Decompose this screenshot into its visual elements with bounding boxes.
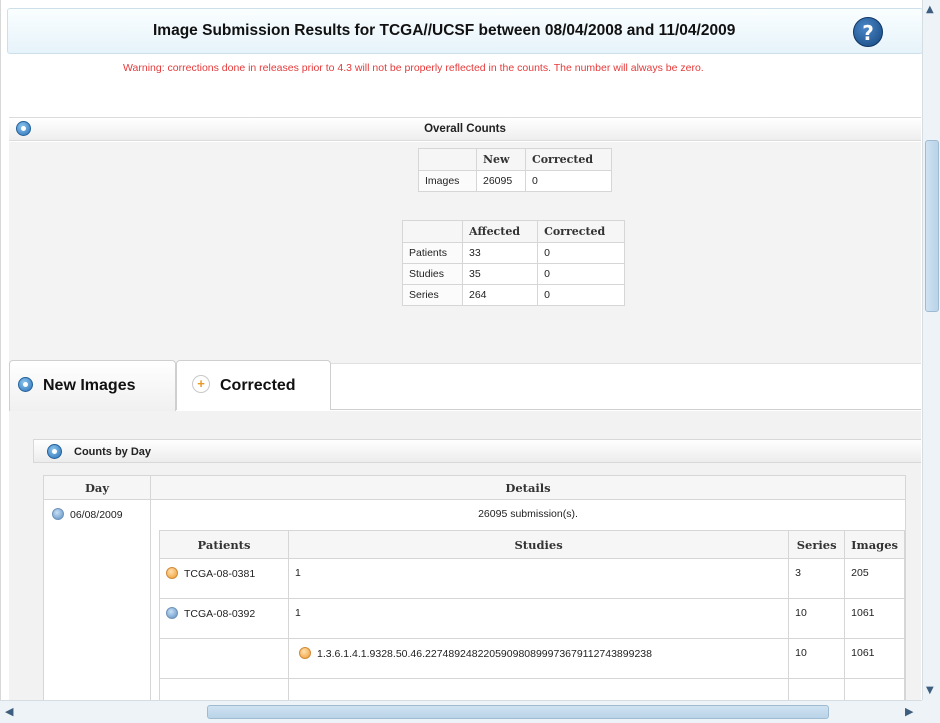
table-row: Patients 33 0 bbox=[402, 242, 625, 264]
patient-detail-table: Patients Studies Series Images TCGA-08-0… bbox=[159, 530, 905, 700]
table-row bbox=[159, 678, 905, 700]
images-cell: 1061 bbox=[844, 638, 905, 679]
series-column-header: Series bbox=[788, 530, 846, 559]
details-column-header: Details bbox=[150, 475, 906, 500]
patients-column-header: Patients bbox=[159, 530, 289, 559]
collapse-circle-icon[interactable] bbox=[166, 607, 178, 619]
table-cell: 0 bbox=[524, 170, 613, 192]
table-header: Affected bbox=[461, 220, 539, 243]
row-label: Studies bbox=[402, 263, 463, 285]
counts-by-day-panel: Counts by Day Day Details 06/08/2009 260… bbox=[9, 411, 921, 700]
patient-cell: TCGA-08-0392 bbox=[159, 598, 289, 639]
table-row: Series 264 0 bbox=[402, 284, 625, 306]
studies-column-header: Studies bbox=[287, 530, 790, 559]
horizontal-scroll-thumb[interactable] bbox=[207, 705, 829, 719]
details-cell: 26095 submission(s). Patients Studies Se… bbox=[150, 499, 906, 700]
series-cell: 3 bbox=[788, 558, 846, 599]
series-cell: 10 bbox=[788, 638, 846, 679]
overall-counts-header[interactable]: Overall Counts bbox=[9, 117, 921, 141]
report-viewport: Image Submission Results for TCGA//UCSF … bbox=[0, 0, 922, 700]
table-row: TCGA-08-0392 1 10 1061 bbox=[159, 598, 905, 639]
help-icon[interactable]: ? bbox=[853, 17, 883, 47]
title-bar: Image Submission Results for TCGA//UCSF … bbox=[7, 8, 922, 54]
tab-label: New Images bbox=[43, 377, 136, 394]
patient-id[interactable]: TCGA-08-0381 bbox=[184, 568, 255, 580]
table-header: Corrected bbox=[537, 220, 625, 243]
table-header bbox=[418, 148, 477, 171]
table-cell: 0 bbox=[537, 242, 625, 264]
collapse-circle-icon bbox=[18, 377, 33, 392]
table-header: Corrected bbox=[524, 148, 613, 171]
studies-cell: 1 bbox=[287, 598, 790, 639]
row-label: Patients bbox=[402, 242, 463, 264]
scroll-right-icon[interactable]: ▶ bbox=[905, 705, 913, 718]
table-row: TCGA-08-0381 1 3 205 bbox=[159, 558, 905, 599]
tab-corrected[interactable]: + Corrected bbox=[176, 360, 331, 410]
day-value[interactable]: 06/08/2009 bbox=[70, 509, 123, 521]
table-cell: 33 bbox=[461, 242, 539, 264]
studies-cell bbox=[287, 678, 790, 700]
scroll-down-icon[interactable]: ▼ bbox=[926, 685, 934, 696]
series-cell bbox=[788, 678, 846, 700]
tab-bar: New Images + Corrected bbox=[9, 360, 921, 411]
images-cell: 1061 bbox=[844, 598, 905, 639]
vertical-scrollbar[interactable]: ▲ ▼ bbox=[922, 0, 940, 700]
row-label: Images bbox=[418, 170, 477, 192]
images-cell bbox=[844, 678, 905, 700]
patient-cell bbox=[159, 638, 289, 679]
studies-cell: 1 bbox=[287, 558, 790, 599]
table-row: 1.3.6.1.4.1.9328.50.46.22748924822059098… bbox=[159, 638, 905, 679]
overall-counts-body: New Corrected Images 26095 0 Affected Co… bbox=[9, 142, 921, 364]
images-cell: 205 bbox=[844, 558, 905, 599]
table-row: Studies 35 0 bbox=[402, 263, 625, 285]
collapse-circle-icon[interactable] bbox=[52, 508, 64, 520]
tab-new-images[interactable]: New Images bbox=[9, 360, 176, 411]
patient-cell bbox=[159, 678, 289, 700]
day-cell: 06/08/2009 bbox=[43, 499, 151, 700]
vertical-scroll-thumb[interactable] bbox=[925, 140, 939, 312]
overall-counts-title: Overall Counts bbox=[424, 123, 506, 135]
patient-id[interactable]: TCGA-08-0392 bbox=[184, 608, 255, 620]
study-uid-cell: 1.3.6.1.4.1.9328.50.46.22748924822059098… bbox=[287, 638, 790, 679]
images-column-header: Images bbox=[844, 530, 905, 559]
patient-cell: TCGA-08-0381 bbox=[159, 558, 289, 599]
counts-by-day-header[interactable]: Counts by Day bbox=[33, 439, 921, 463]
counts-by-day-table: Day Details 06/08/2009 26095 submission(… bbox=[43, 475, 906, 700]
table-row: Images 26095 0 bbox=[418, 170, 613, 192]
scroll-up-icon[interactable]: ▲ bbox=[926, 4, 934, 15]
table-cell: 0 bbox=[537, 284, 625, 306]
counts-by-day-title: Counts by Day bbox=[74, 446, 152, 458]
table-cell: 26095 bbox=[476, 170, 526, 192]
series-cell: 10 bbox=[788, 598, 846, 639]
collapse-circle-icon[interactable] bbox=[47, 444, 62, 459]
plus-icon: + bbox=[192, 375, 210, 393]
scroll-left-icon[interactable]: ◀ bbox=[5, 705, 13, 718]
images-count-table: New Corrected Images 26095 0 bbox=[418, 148, 613, 192]
table-row: 06/08/2009 26095 submission(s). Patients… bbox=[43, 499, 906, 700]
affected-count-table: Affected Corrected Patients 33 0 Studies… bbox=[402, 220, 625, 306]
day-column-header: Day bbox=[43, 475, 151, 500]
horizontal-scrollbar[interactable]: ◀ ▶ bbox=[0, 700, 922, 723]
table-header bbox=[402, 220, 463, 243]
table-cell: 35 bbox=[461, 263, 539, 285]
expand-circle-icon[interactable] bbox=[299, 647, 311, 659]
study-uid[interactable]: 1.3.6.1.4.1.9328.50.46.22748924822059098… bbox=[317, 648, 652, 660]
page-title: Image Submission Results for TCGA//UCSF … bbox=[153, 22, 736, 39]
row-label: Series bbox=[402, 284, 463, 306]
table-cell: 264 bbox=[461, 284, 539, 306]
warning-message: Warning: corrections done in releases pr… bbox=[123, 62, 704, 74]
expand-circle-icon[interactable] bbox=[166, 567, 178, 579]
table-cell: 0 bbox=[537, 263, 625, 285]
submission-summary: 26095 submission(s). bbox=[478, 508, 578, 520]
table-header: New bbox=[476, 148, 526, 171]
tab-label: Corrected bbox=[220, 377, 296, 394]
scrollbar-corner bbox=[922, 700, 940, 723]
